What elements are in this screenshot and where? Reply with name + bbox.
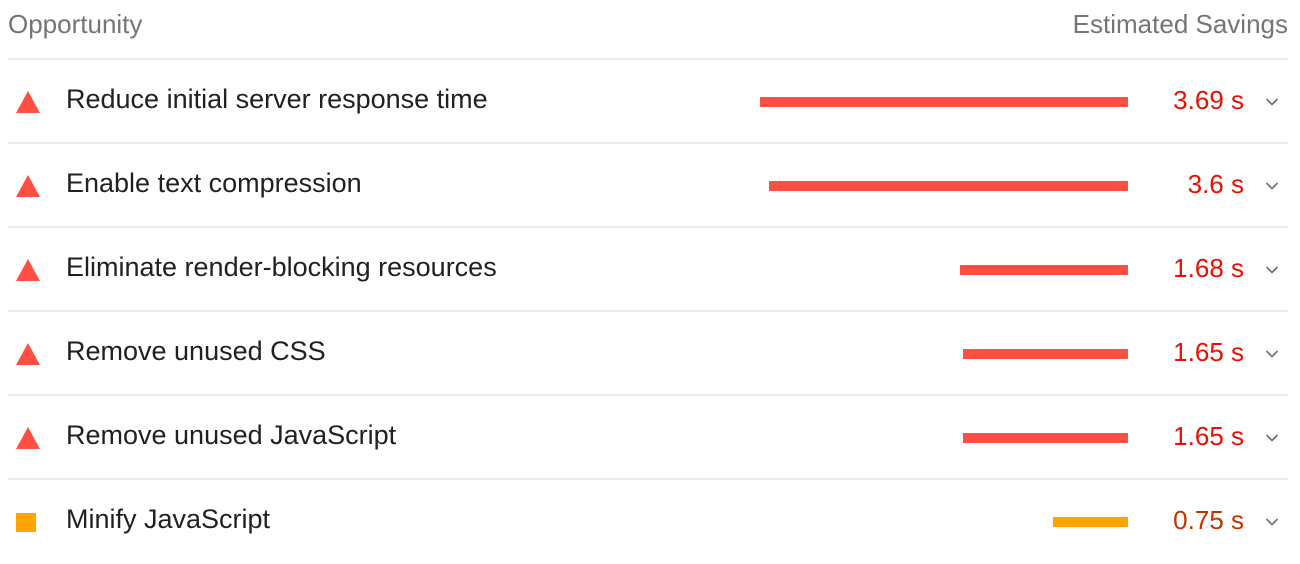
chevron-down-icon[interactable] [1262,512,1282,532]
chevron-down-icon[interactable] [1262,428,1282,448]
chevron-down-icon[interactable] [1262,92,1282,112]
chevron-down-icon[interactable] [1262,344,1282,364]
savings-bar [769,181,1128,191]
opportunity-title: Eliminate render-blocking resources [66,252,497,282]
savings-value: 1.65 s [1173,421,1244,451]
savings-bar-track [760,265,1128,275]
opportunity-title: Minify JavaScript [66,504,271,534]
chevron-down-icon[interactable] [1262,260,1282,280]
savings-bar [760,97,1128,107]
triangle-fail-icon [16,175,40,197]
square-average-icon [16,511,40,533]
opportunity-row[interactable]: Enable text compression 3.6 s [8,144,1288,228]
opportunity-row[interactable]: Remove unused CSS 1.65 s [8,312,1288,396]
opportunity-title: Reduce initial server response time [66,84,488,114]
opportunity-title: Enable text compression [66,168,362,198]
savings-value: 1.65 s [1173,337,1244,367]
savings-bar-track [760,181,1128,191]
savings-bar-track [760,433,1128,443]
savings-bar [963,433,1128,443]
opportunity-row[interactable]: Eliminate render-blocking resources 1.68… [8,228,1288,312]
triangle-fail-icon [16,91,40,113]
opportunity-title: Remove unused CSS [66,336,326,366]
savings-bar-track [760,349,1128,359]
opportunity-title: Remove unused JavaScript [66,420,397,450]
triangle-fail-icon [16,343,40,365]
savings-value: 0.75 s [1173,505,1244,535]
opportunity-row[interactable]: Reduce initial server response time 3.69… [8,60,1288,144]
opportunities-header: Opportunity Estimated Savings [8,0,1288,60]
estimated-savings-column-header: Estimated Savings [1072,9,1288,39]
triangle-fail-icon [16,259,40,281]
savings-bar [963,349,1128,359]
savings-value: 3.69 s [1173,85,1244,115]
chevron-down-icon[interactable] [1262,176,1282,196]
savings-value: 1.68 s [1173,253,1244,283]
triangle-fail-icon [16,427,40,449]
opportunity-row[interactable]: Minify JavaScript 0.75 s [8,480,1288,564]
opportunities-list: Reduce initial server response time 3.69… [8,60,1288,564]
savings-bar-track [760,97,1128,107]
savings-bar [960,265,1128,275]
opportunity-row[interactable]: Remove unused JavaScript 1.65 s [8,396,1288,480]
savings-bar-track [760,517,1128,527]
opportunity-column-header: Opportunity [8,9,143,39]
savings-value: 3.6 s [1187,169,1244,199]
savings-bar [1053,517,1128,527]
